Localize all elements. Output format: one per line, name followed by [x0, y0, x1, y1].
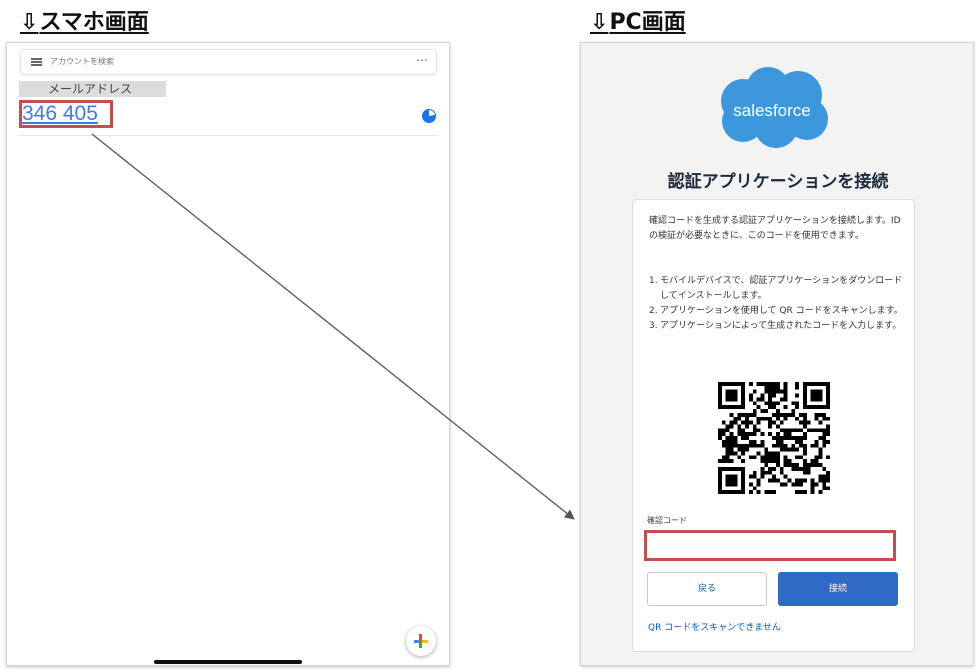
cant-scan-link[interactable]: QR コードをスキャンできません — [648, 620, 781, 633]
list-divider — [19, 135, 439, 136]
phone-screenshot: アカウントを検索 ⋯ メールアドレス 346 405 — [6, 42, 450, 666]
qr-code — [718, 382, 830, 494]
step-item: 2. アプリケーションを使用して QR コードをスキャンします。 — [649, 306, 903, 316]
verification-code-input[interactable] — [644, 530, 896, 561]
code-label: 確認コード — [647, 516, 687, 525]
connect-card: 確認コードを生成する認証アプリケーションを接続します。ID の検証が必要なときに… — [632, 199, 915, 652]
steps-list: 1. モバイルデバイスで、認証アプリケーションをダウンロードしてインストールします… — [649, 274, 905, 334]
add-account-button[interactable] — [406, 626, 436, 656]
phone-screen-heading-text: スマホ画面 — [39, 10, 149, 35]
svg-text:salesforce: salesforce — [733, 101, 810, 120]
down-arrow-icon: ⇩ — [590, 10, 609, 35]
search-placeholder: アカウントを検索 — [50, 57, 114, 66]
step-item: 1. モバイルデバイスで、認証アプリケーションをダウンロードしてインストールします… — [649, 276, 903, 301]
salesforce-logo: salesforce — [721, 67, 828, 148]
countdown-pie-icon — [422, 109, 436, 123]
account-name: メールアドレス — [19, 81, 166, 97]
page-title: 認証アプリケーションを接続 — [667, 172, 889, 192]
pc-screen-heading-text: PC画面 — [609, 10, 686, 35]
otp-code[interactable]: 346 405 — [19, 100, 113, 128]
phone-screen-heading: ⇩スマホ画面 — [20, 10, 149, 36]
pc-screen-heading: ⇩PC画面 — [590, 10, 686, 36]
back-button[interactable]: 戻る — [647, 572, 767, 606]
down-arrow-icon: ⇩ — [20, 10, 39, 35]
connect-button[interactable]: 接続 — [778, 572, 898, 606]
hamburger-menu-icon[interactable] — [31, 58, 42, 66]
description: 確認コードを生成する認証アプリケーションを接続します。ID の検証が必要なときに… — [649, 216, 901, 241]
account-search-bar[interactable]: アカウントを検索 ⋯ — [20, 49, 437, 75]
step-item: 3. アプリケーションによって生成されたコードを入力します。 — [649, 321, 902, 331]
home-indicator — [154, 660, 302, 664]
more-options-icon[interactable]: ⋯ — [416, 53, 428, 67]
pc-screenshot: salesforce 認証アプリケーションを接続 確認コードを生成する認証アプリ… — [580, 42, 974, 666]
